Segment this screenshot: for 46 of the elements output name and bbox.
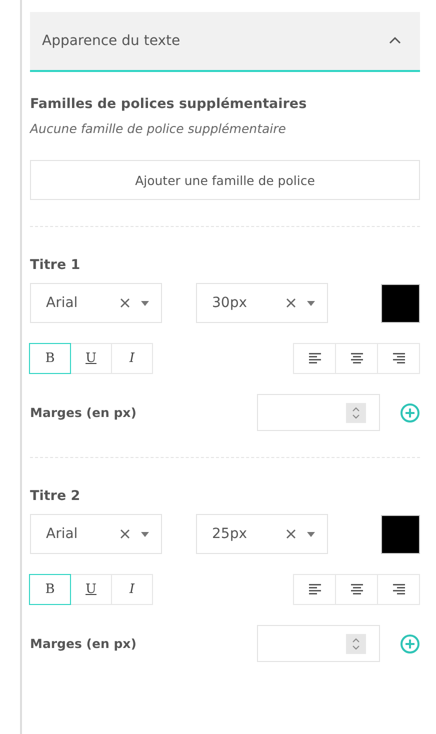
- section-subtitle: Familles de polices supplémentaires: [30, 96, 308, 112]
- align-icon: [392, 353, 404, 364]
- empty-message: Aucune famille de police supplémentaire: [30, 121, 287, 136]
- align-button[interactable]: [335, 574, 378, 605]
- clear-icon[interactable]: [285, 528, 297, 540]
- dropdown-caret-icon[interactable]: [141, 532, 149, 536]
- font-select[interactable]: Arial: [30, 514, 162, 554]
- spinner-icon[interactable]: [346, 634, 366, 654]
- color-swatch[interactable]: [381, 514, 420, 554]
- dropdown-caret-icon[interactable]: [141, 300, 149, 306]
- heading-title: Titre 2: [30, 488, 82, 504]
- align-button[interactable]: [377, 574, 420, 605]
- align-icon: [350, 584, 362, 595]
- spinner-icon[interactable]: [346, 402, 366, 422]
- add-font-family-button[interactable]: Ajouter une famille de police: [30, 160, 420, 200]
- margins-input[interactable]: [257, 394, 380, 431]
- align-icon: [350, 353, 362, 364]
- clear-icon[interactable]: [119, 528, 131, 540]
- text-style-button[interactable]: U: [70, 343, 112, 374]
- color-swatch[interactable]: [381, 284, 420, 322]
- align-button[interactable]: [293, 343, 336, 374]
- section-header[interactable]: Apparence du texte: [30, 12, 420, 72]
- text-style-button[interactable]: I: [111, 343, 153, 374]
- align-button[interactable]: [293, 574, 336, 605]
- text-style-button[interactable]: U: [70, 574, 112, 605]
- clear-icon[interactable]: [285, 297, 297, 309]
- dropdown-caret-icon[interactable]: [307, 300, 315, 306]
- size-select[interactable]: 30px: [196, 283, 328, 323]
- text-style-button[interactable]: I: [111, 574, 153, 605]
- align-button[interactable]: [377, 343, 420, 374]
- font-select[interactable]: Arial: [30, 283, 162, 323]
- section-title: Apparence du texte: [42, 33, 180, 49]
- margins-input[interactable]: [257, 625, 380, 662]
- align-icon: [392, 584, 404, 595]
- text-style-button[interactable]: B: [29, 574, 71, 605]
- clear-icon[interactable]: [119, 297, 131, 309]
- heading-title: Titre 1: [30, 257, 82, 273]
- align-icon: [308, 584, 320, 595]
- align-button[interactable]: [335, 343, 378, 374]
- size-select[interactable]: 25px: [196, 514, 328, 554]
- margins-label: Marges (en px): [30, 636, 138, 651]
- dropdown-caret-icon[interactable]: [307, 532, 315, 536]
- align-icon: [308, 353, 320, 364]
- margins-label: Marges (en px): [30, 405, 138, 420]
- chevron-icon[interactable]: [388, 36, 402, 46]
- text-style-button[interactable]: B: [29, 343, 71, 374]
